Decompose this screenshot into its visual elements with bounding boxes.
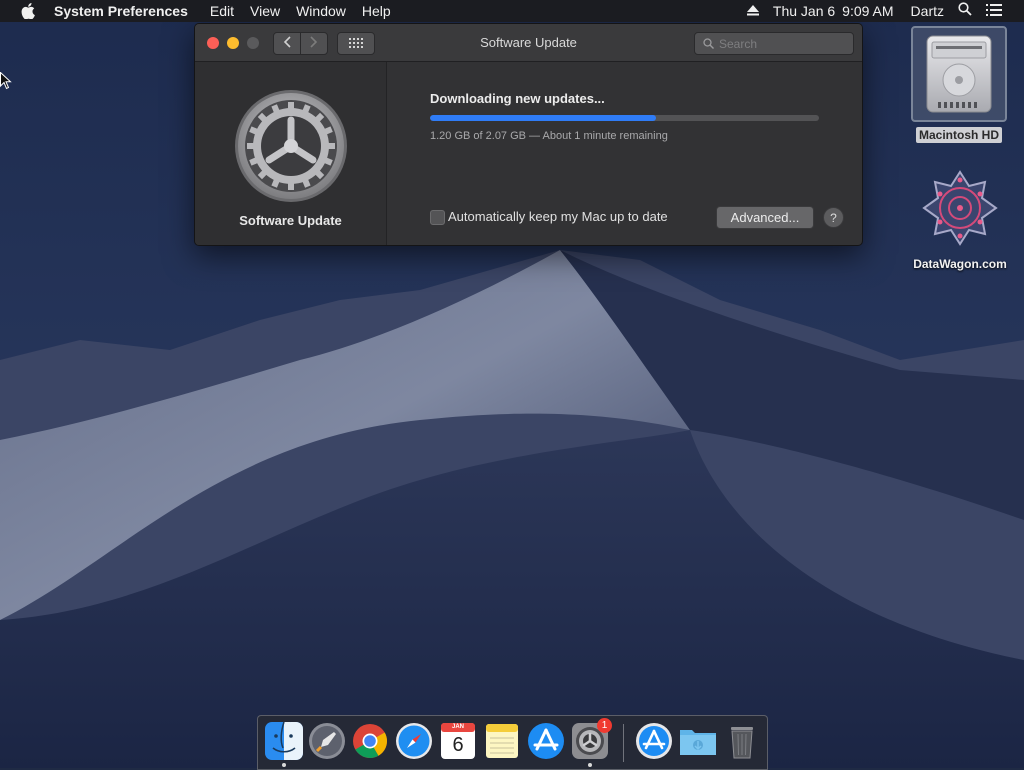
pane-label: Software Update bbox=[239, 213, 342, 228]
software-update-gear-icon bbox=[235, 90, 347, 202]
window-titlebar[interactable]: Software Update bbox=[195, 24, 862, 62]
back-button[interactable] bbox=[273, 32, 301, 55]
hard-drive-icon bbox=[926, 35, 992, 113]
chevron-right-icon bbox=[310, 36, 318, 51]
menubar-time[interactable]: 9:09 AM bbox=[842, 0, 900, 22]
help-button[interactable]: ? bbox=[823, 207, 844, 228]
desktop-icon-macintosh-hd[interactable]: Macintosh HD bbox=[910, 26, 1008, 144]
forward-button[interactable] bbox=[300, 32, 328, 55]
desktop-icon-label: Macintosh HD bbox=[915, 127, 1002, 143]
close-button[interactable] bbox=[207, 37, 219, 49]
menubar-user[interactable]: Dartz bbox=[901, 0, 951, 22]
menu-view[interactable]: View bbox=[242, 0, 288, 22]
menu-help[interactable]: Help bbox=[354, 0, 399, 22]
calendar-month: JAN bbox=[451, 724, 464, 730]
eject-icon[interactable] bbox=[740, 0, 766, 22]
notification-center-icon[interactable] bbox=[979, 0, 1024, 22]
trash-icon[interactable] bbox=[722, 721, 762, 761]
menu-window[interactable]: Window bbox=[288, 0, 354, 22]
finder-icon[interactable] bbox=[264, 721, 304, 761]
apple-menu-icon[interactable] bbox=[19, 2, 37, 20]
spotlight-search-icon[interactable] bbox=[951, 0, 979, 22]
desktop-icon-datawagon[interactable]: DataWagon.com bbox=[900, 168, 1020, 271]
auto-update-checkbox[interactable] bbox=[430, 210, 445, 225]
download-progress-detail: 1.20 GB of 2.07 GB — About 1 minute rema… bbox=[430, 130, 668, 142]
download-status-text: Downloading new updates... bbox=[430, 91, 605, 106]
desktop-icon-label: DataWagon.com bbox=[913, 257, 1007, 271]
downloads-app-store-icon[interactable] bbox=[634, 721, 674, 761]
chrome-icon[interactable] bbox=[350, 721, 390, 761]
dock: JAN 6 1 bbox=[257, 715, 768, 770]
app-store-icon[interactable] bbox=[526, 721, 566, 761]
update-content-pane: Downloading new updates... 1.20 GB of 2.… bbox=[387, 62, 862, 245]
zoom-button bbox=[247, 37, 259, 49]
calendar-day: 6 bbox=[452, 734, 464, 756]
download-progress-fill bbox=[430, 115, 656, 121]
safari-icon[interactable] bbox=[394, 721, 434, 761]
menu-bar: System Preferences Edit View Window Help… bbox=[0, 0, 1024, 22]
datawagon-icon bbox=[922, 170, 998, 246]
grid-icon bbox=[349, 35, 363, 53]
menu-edit[interactable]: Edit bbox=[202, 0, 242, 22]
finder-running-indicator bbox=[282, 763, 286, 767]
mouse-cursor-icon bbox=[0, 72, 12, 90]
search-input[interactable] bbox=[719, 36, 839, 51]
software-update-window: Software Update Search Software Update D… bbox=[194, 23, 863, 246]
chevron-left-icon bbox=[283, 36, 291, 51]
dock-separator bbox=[623, 724, 624, 762]
folder-icon[interactable] bbox=[678, 721, 718, 761]
system-preferences-dock-item[interactable]: 1 bbox=[570, 718, 612, 761]
advanced-button[interactable]: Advanced... bbox=[716, 206, 814, 229]
calendar-icon[interactable]: JAN 6 bbox=[438, 721, 478, 761]
notification-badge: 1 bbox=[597, 718, 612, 733]
minimize-button[interactable] bbox=[227, 37, 239, 49]
launchpad-icon[interactable] bbox=[307, 721, 347, 761]
search-icon bbox=[699, 38, 717, 49]
download-progress-bar bbox=[430, 115, 819, 121]
menubar-date[interactable]: Thu Jan 6 bbox=[766, 0, 842, 22]
show-all-button[interactable] bbox=[337, 32, 375, 55]
notes-icon[interactable] bbox=[482, 721, 522, 761]
search-field[interactable] bbox=[694, 32, 854, 55]
auto-update-label[interactable]: Automatically keep my Mac up to date bbox=[448, 209, 668, 224]
system-preferences-running-indicator bbox=[588, 763, 592, 767]
app-name-menu[interactable]: System Preferences bbox=[54, 0, 202, 22]
